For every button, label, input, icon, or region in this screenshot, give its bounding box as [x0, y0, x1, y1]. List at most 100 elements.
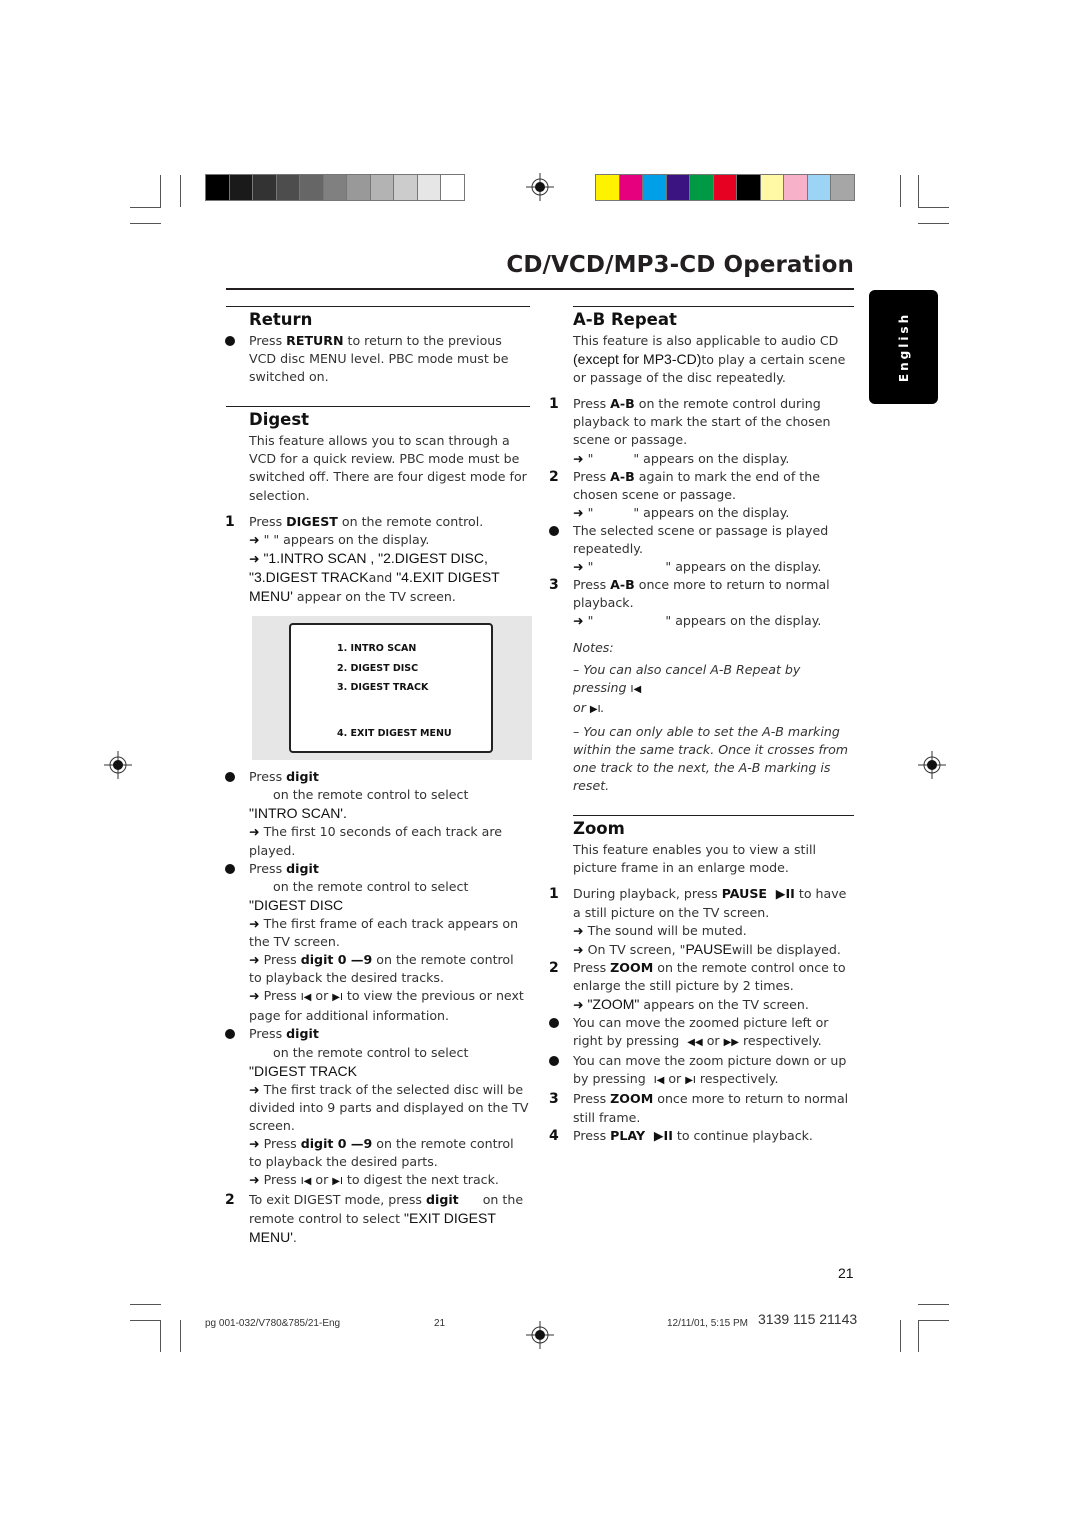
- arrow-icon: ➜: [573, 450, 584, 466]
- bullet-icon: [225, 863, 235, 874]
- crop-mark: [918, 175, 919, 207]
- bullet-icon: [225, 1029, 235, 1040]
- color-swatch: [276, 175, 299, 200]
- process-color-bar: [595, 174, 855, 201]
- fast-forward-icon: ▶▶: [723, 1037, 739, 1049]
- color-swatch: [643, 175, 666, 200]
- arrow-icon: ➜: [573, 559, 584, 575]
- note-2: – You can only able to set the A-B marki…: [573, 723, 849, 794]
- next-icon: ▶I: [685, 1075, 696, 1087]
- section-title: A-B Repeat: [573, 310, 677, 329]
- crop-mark: [130, 207, 161, 208]
- registration-target-icon: [918, 751, 946, 779]
- bullet-icon: [549, 525, 559, 536]
- bullet-intro-scan: Press digit on the remote control to sel…: [225, 768, 530, 859]
- return-bullet: Press RETURN to return to the previous V…: [225, 332, 530, 386]
- language-tab: English: [869, 290, 938, 404]
- arrow-icon: ➜: [573, 504, 584, 520]
- crop-mark: [918, 1304, 949, 1305]
- section-rule: [226, 406, 530, 408]
- color-swatch: [690, 175, 713, 200]
- arrow-icon: ➜: [573, 613, 584, 629]
- color-swatch: [596, 175, 619, 200]
- arrow-icon: ➜: [573, 941, 584, 957]
- crop-mark: [160, 175, 161, 207]
- right-column: A-B Repeat This feature is also applicab…: [549, 306, 854, 1145]
- previous-icon: I◀: [630, 683, 642, 695]
- color-swatch: [206, 175, 229, 200]
- arrow-icon: ➜: [249, 952, 260, 968]
- title-rule: [226, 288, 854, 290]
- step-number: 1: [225, 513, 235, 530]
- color-swatch: [784, 175, 807, 200]
- left-column: Return Press RETURN to return to the pre…: [225, 306, 532, 1248]
- previous-icon: I◀: [300, 1176, 312, 1188]
- arrow-icon: ➜: [249, 824, 260, 840]
- color-swatch: [807, 175, 830, 200]
- color-swatch: [347, 175, 370, 200]
- slug-code: 3139 115 21143: [758, 1311, 858, 1327]
- previous-icon: I◀: [300, 992, 312, 1004]
- note-1: – You can also cancel A-B Repeat by pres…: [573, 661, 801, 715]
- arrow-icon: ➜: [249, 531, 260, 547]
- ab-repeat-intro: This feature is also applicable to audio…: [573, 333, 846, 386]
- section-zoom: Zoom This feature enables you to view a …: [549, 815, 854, 1145]
- crop-mark: [900, 175, 901, 207]
- arrow-icon: ➜: [249, 1081, 260, 1097]
- color-swatch: [831, 175, 854, 200]
- section-digest: Digest This feature allows you to scan t…: [225, 406, 532, 1247]
- next-icon: ▶I: [332, 1176, 343, 1188]
- crop-mark: [918, 207, 949, 208]
- crop-mark: [130, 223, 161, 224]
- registration-target-icon: [526, 173, 554, 201]
- step-number: 3: [549, 1091, 559, 1108]
- crop-mark: [130, 1320, 161, 1321]
- notes-label: Notes:: [573, 639, 614, 655]
- section-ab-repeat: A-B Repeat This feature is also applicab…: [549, 306, 854, 796]
- section-rule: [573, 815, 854, 817]
- zoom-intro: This feature enables you to view a still…: [573, 842, 816, 876]
- step-number: 4: [549, 1127, 559, 1144]
- bullet-icon: [549, 1056, 559, 1067]
- digest-step-2: 2 To exit DIGEST mode, press digit on th…: [225, 1192, 528, 1246]
- menu-item-digest-disc: 2. DIGEST DISC: [337, 663, 419, 675]
- ab-notes: Notes: – You can also cancel A-B Repeat …: [573, 639, 854, 796]
- page-number: 21: [838, 1265, 854, 1281]
- color-swatch: [666, 175, 689, 200]
- crop-mark: [918, 1320, 949, 1321]
- color-swatch: [737, 175, 760, 200]
- bullet-icon: [549, 1018, 559, 1029]
- page-title: CD/VCD/MP3-CD Operation: [506, 252, 854, 278]
- slug-page-number: 21: [434, 1318, 446, 1329]
- step-number: 2: [549, 959, 559, 976]
- color-swatch: [300, 175, 323, 200]
- zoom-step-3: 3 Press ZOOM once more to return to norm…: [549, 1091, 849, 1125]
- color-swatch: [417, 175, 440, 200]
- arrow-icon: ➜: [249, 550, 260, 566]
- step-number: 2: [225, 1192, 235, 1209]
- bullet-icon: [225, 336, 235, 346]
- ab-step-3: 3 Press A-B once more to return to norma…: [549, 577, 830, 629]
- slug-file-name: pg 001-032/V780&785/21-Eng: [205, 1318, 341, 1329]
- zoom-bullet-2: You can move the zoom picture down or up…: [549, 1052, 854, 1090]
- section-return: Return Press RETURN to return to the pre…: [225, 306, 530, 386]
- arrow-icon: ➜: [573, 922, 584, 938]
- registration-target-icon: [104, 751, 132, 779]
- color-swatch: [441, 175, 464, 200]
- zoom-step-4: 4 Press PLAY ▶II to continue playback.: [549, 1127, 813, 1144]
- color-swatch: [253, 175, 276, 200]
- rewind-icon: ◀◀: [687, 1037, 703, 1049]
- digest-step-1: 1 Press DIGEST on the remote control. ➜ …: [225, 513, 500, 605]
- next-icon: ▶I: [589, 703, 601, 715]
- grayscale-color-bar: [205, 174, 465, 201]
- menu-item-exit-digest-menu: 4. EXIT DIGEST MENU: [337, 728, 452, 740]
- bullet-digest-disc: Press digit on the remote control to sel…: [225, 860, 530, 1026]
- bullet-digest-track: Press digit on the remote control to sel…: [225, 1025, 530, 1191]
- arrow-icon: ➜: [249, 1172, 260, 1188]
- zoom-step-1: 1 During playback, press PAUSE ▶II to ha…: [549, 886, 847, 957]
- menu-item-digest-track: 3. DIGEST TRACK: [337, 682, 429, 694]
- ab-step-2: 2 Press A-B again to mark the end of the…: [549, 468, 820, 520]
- zoom-bullet-1: You can move the zoomed picture left or …: [549, 1014, 854, 1052]
- arrow-icon: ➜: [249, 915, 260, 931]
- section-title: Digest: [249, 410, 310, 430]
